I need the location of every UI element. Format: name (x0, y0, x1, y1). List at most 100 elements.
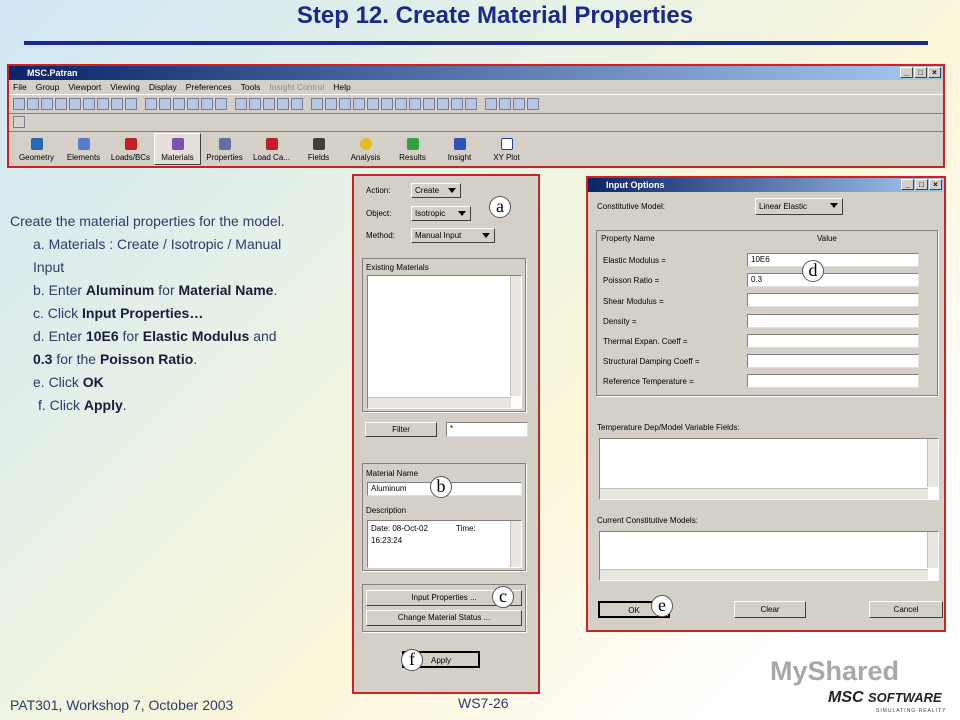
top-view-icon[interactable] (277, 98, 289, 110)
maximize-icon[interactable]: □ (914, 67, 927, 78)
menu-tools[interactable]: Tools (241, 80, 261, 94)
current-models-list[interactable] (599, 531, 939, 581)
logo-tagline: SIMULATING REALITY (876, 708, 947, 714)
analysis-icon (359, 138, 372, 150)
existing-materials-list[interactable] (367, 275, 522, 409)
app-insight[interactable]: Insight (436, 133, 483, 165)
label-icon[interactable] (339, 98, 351, 110)
open-icon[interactable] (27, 98, 39, 110)
menu-viewport[interactable]: Viewport (68, 80, 101, 94)
filter-input[interactable]: * (446, 422, 528, 437)
app-materials[interactable]: Materials (154, 133, 201, 165)
hide-icon[interactable] (513, 98, 525, 110)
app-elements[interactable]: Elements (60, 133, 107, 165)
constitutive-model-select[interactable]: Linear Elastic (755, 198, 843, 215)
cancel-button[interactable]: Cancel (869, 601, 943, 618)
zoom-in-icon[interactable] (201, 98, 213, 110)
menu-help[interactable]: Help (333, 80, 350, 94)
label-icon[interactable] (465, 98, 477, 110)
label-icon[interactable] (353, 98, 365, 110)
copy-icon[interactable] (69, 98, 81, 110)
new-icon[interactable] (13, 98, 25, 110)
fit-view-icon[interactable] (187, 98, 199, 110)
save-icon[interactable] (41, 98, 53, 110)
show-all-icon[interactable] (499, 98, 511, 110)
reset-graphics-icon[interactable] (111, 98, 123, 110)
abort-icon[interactable] (97, 98, 109, 110)
menu-insight-control[interactable]: Insight Control (269, 80, 324, 94)
zoom-icon[interactable] (173, 98, 185, 110)
horizontal-scrollbar[interactable] (368, 397, 511, 408)
label-icon[interactable] (437, 98, 449, 110)
change-material-status-button[interactable]: Change Material Status ... (366, 610, 522, 626)
app-results[interactable]: Results (389, 133, 436, 165)
home-icon[interactable] (13, 116, 25, 128)
method-select[interactable]: Manual Input (411, 228, 495, 243)
vertical-scrollbar[interactable] (927, 439, 938, 487)
menu-display[interactable]: Display (149, 80, 177, 94)
app-load-cases[interactable]: Load Ca... (248, 133, 295, 165)
instructions-intro: Create the material properties for the m… (10, 213, 285, 229)
label-icon[interactable] (325, 98, 337, 110)
menu-bar: File Group Viewport Viewing Display Pref… (9, 80, 943, 94)
horizontal-scrollbar[interactable] (600, 488, 928, 499)
clear-button[interactable]: Clear (734, 601, 806, 618)
density-input[interactable] (747, 314, 919, 328)
label-icon[interactable] (451, 98, 463, 110)
app-properties[interactable]: Properties (201, 133, 248, 165)
instructions: Create the material properties for the m… (10, 210, 285, 417)
app-analysis[interactable]: Analysis (342, 133, 389, 165)
app-xy-plot[interactable]: XY Plot (483, 133, 530, 165)
close-icon[interactable]: × (928, 67, 941, 78)
label-icon[interactable] (367, 98, 379, 110)
label-icon[interactable] (409, 98, 421, 110)
shear-modulus-input[interactable] (747, 293, 919, 307)
app-fields[interactable]: Fields (295, 133, 342, 165)
front-view-icon[interactable] (249, 98, 261, 110)
label-icon[interactable] (423, 98, 435, 110)
wireframe-icon[interactable] (291, 98, 303, 110)
step-d: d. Enter 10E6 for Elastic Modulus and 0.… (33, 328, 277, 367)
plot-erase-icon[interactable] (485, 98, 497, 110)
action-select[interactable]: Create (411, 183, 461, 198)
temperature-fields-list[interactable] (599, 438, 939, 500)
callout-d: d (802, 260, 824, 282)
pan-icon[interactable] (159, 98, 171, 110)
vertical-scrollbar[interactable] (510, 276, 521, 396)
damping-coeff-input[interactable] (747, 354, 919, 368)
menu-preferences[interactable]: Preferences (186, 80, 232, 94)
app-loads-bcs[interactable]: Loads/BCs (107, 133, 154, 165)
menu-group[interactable]: Group (36, 80, 60, 94)
description-text[interactable]: Date: 08-Oct-02 Time: 16:23:24 (367, 520, 522, 568)
label-icon[interactable] (381, 98, 393, 110)
label-icon[interactable] (311, 98, 323, 110)
minimize-icon[interactable]: _ (901, 179, 914, 190)
print-icon[interactable] (55, 98, 67, 110)
horizontal-scrollbar[interactable] (600, 569, 928, 580)
app-geometry[interactable]: Geometry (13, 133, 60, 165)
restore-icon[interactable] (527, 98, 539, 110)
rotate-icon[interactable] (145, 98, 157, 110)
elastic-modulus-input[interactable]: 10E6 (747, 253, 919, 267)
iso-view-icon[interactable] (235, 98, 247, 110)
menu-viewing[interactable]: Viewing (110, 80, 140, 94)
refresh-icon[interactable] (125, 98, 137, 110)
property-name-header: Property Name (601, 234, 655, 243)
side-view-icon[interactable] (263, 98, 275, 110)
filter-button[interactable]: Filter (365, 422, 437, 437)
object-select[interactable]: Isotropic (411, 206, 471, 221)
label-icon[interactable] (395, 98, 407, 110)
vertical-scrollbar[interactable] (927, 532, 938, 568)
zoom-out-icon[interactable] (215, 98, 227, 110)
thermal-expansion-input[interactable] (747, 334, 919, 348)
menu-file[interactable]: File (13, 80, 27, 94)
vertical-scrollbar[interactable] (510, 521, 521, 567)
description-time: 16:23:24 (371, 536, 403, 545)
minimize-icon[interactable]: _ (900, 67, 913, 78)
close-icon[interactable]: × (929, 179, 942, 190)
undo-icon[interactable] (83, 98, 95, 110)
elements-icon (77, 138, 90, 150)
reference-temperature-input[interactable] (747, 374, 919, 388)
poisson-ratio-input[interactable]: 0.3 (747, 273, 919, 287)
maximize-icon[interactable]: □ (915, 179, 928, 190)
